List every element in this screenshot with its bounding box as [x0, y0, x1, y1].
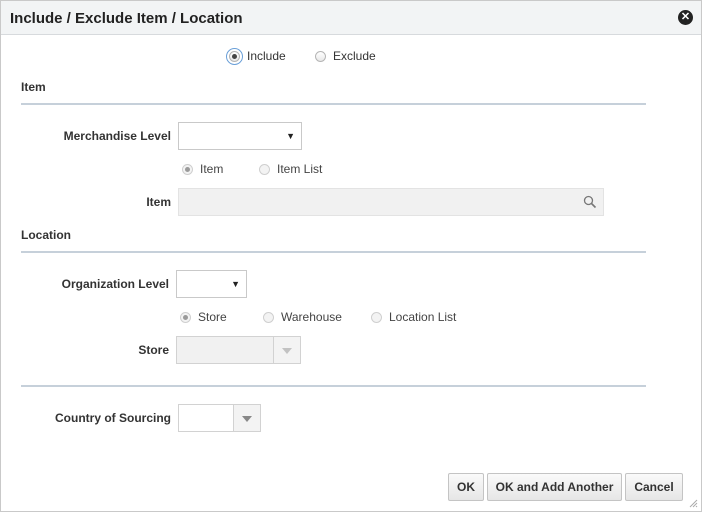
- dialog-title: Include / Exclude Item / Location: [10, 10, 243, 27]
- item-type-radio-item-list-button[interactable]: [259, 163, 270, 175]
- item-type-radio-item-list[interactable]: Item List: [259, 162, 322, 176]
- close-icon[interactable]: ✕: [678, 10, 693, 25]
- include-radio[interactable]: Include: [226, 47, 286, 65]
- ok-and-add-another-button[interactable]: OK and Add Another: [487, 473, 622, 501]
- item-type-radio-item-list-label: Item List: [277, 162, 323, 176]
- search-icon[interactable]: [583, 195, 597, 209]
- dropdown-arrow-icon: ▼: [231, 279, 240, 289]
- dropdown-arrow-icon: ▼: [286, 131, 295, 141]
- store-combobox[interactable]: [176, 336, 301, 364]
- dropdown-arrow-icon: [242, 416, 252, 422]
- location-type-radio-warehouse[interactable]: Warehouse: [263, 310, 342, 324]
- item-section-divider: [21, 103, 646, 105]
- location-section-heading: Location: [21, 228, 71, 242]
- resize-grip-icon[interactable]: [688, 498, 698, 508]
- include-radio-label: Include: [247, 49, 286, 63]
- location-type-radio-warehouse-label: Warehouse: [281, 310, 342, 324]
- cancel-button[interactable]: Cancel: [625, 473, 683, 501]
- organization-level-label: Organization Level: [61, 277, 169, 291]
- country-of-sourcing-label: Country of Sourcing: [55, 411, 171, 425]
- item-type-radio-item-label: Item: [200, 162, 224, 176]
- store-label: Store: [138, 343, 169, 357]
- location-type-radio-store-label: Store: [198, 310, 227, 324]
- exclude-radio[interactable]: Exclude: [315, 49, 376, 63]
- include-radio-button[interactable]: [226, 47, 243, 65]
- merchandise-level-label: Merchandise Level: [63, 129, 171, 143]
- item-type-radio-item[interactable]: Item: [182, 162, 223, 176]
- dialog-titlebar: Include / Exclude Item / Location ✕: [1, 1, 701, 35]
- organization-level-select[interactable]: ▼: [176, 270, 247, 298]
- exclude-radio-label: Exclude: [333, 49, 376, 63]
- location-section-divider: [21, 251, 646, 253]
- location-type-radio-location-list-label: Location List: [389, 310, 457, 324]
- location-type-radio-warehouse-button[interactable]: [263, 311, 274, 323]
- item-type-radio-item-button[interactable]: [182, 163, 193, 175]
- country-of-sourcing-dropdown-button[interactable]: [233, 405, 260, 431]
- location-type-radio-location-list[interactable]: Location List: [371, 310, 456, 324]
- dropdown-arrow-icon: [282, 348, 292, 354]
- item-section-heading: Item: [21, 80, 46, 94]
- location-type-radio-location-list-button[interactable]: [371, 311, 382, 323]
- item-search-field[interactable]: [178, 188, 604, 216]
- include-exclude-dialog: Include / Exclude Item / Location ✕ Incl…: [0, 0, 702, 512]
- location-type-radio-store[interactable]: Store: [180, 310, 227, 324]
- location-type-radio-store-button[interactable]: [180, 311, 191, 323]
- ok-button[interactable]: OK: [448, 473, 484, 501]
- exclude-radio-button[interactable]: [315, 50, 326, 62]
- item-label: Item: [146, 195, 171, 209]
- store-dropdown-button[interactable]: [273, 337, 300, 363]
- country-of-sourcing-combobox[interactable]: [178, 404, 261, 432]
- sourcing-divider: [21, 385, 646, 387]
- merchandise-level-select[interactable]: ▼: [178, 122, 302, 150]
